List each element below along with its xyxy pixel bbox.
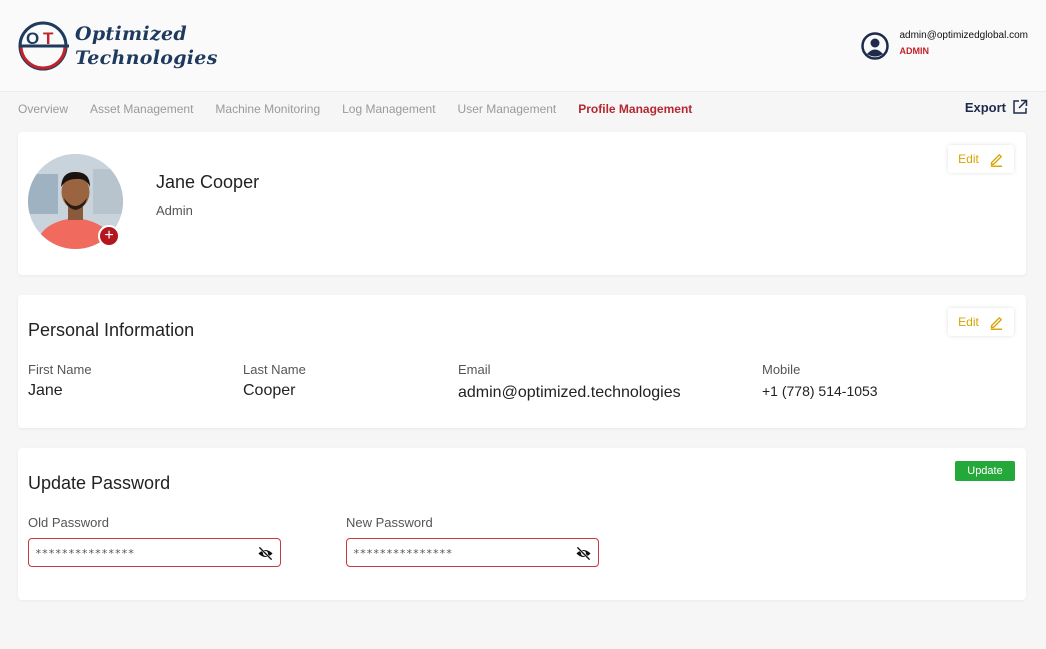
app-header: O T Optimized Technologies admin@optimiz…	[0, 0, 1046, 92]
new-password-field[interactable]	[346, 538, 599, 567]
nav-item-log-management[interactable]: Log Management	[342, 102, 435, 116]
pencil-icon	[990, 153, 1002, 167]
main-nav: Overview Asset Management Machine Monitori…	[18, 100, 714, 116]
eye-slash-icon[interactable]	[257, 545, 274, 562]
pencil-icon	[990, 316, 1002, 330]
eye-slash-icon[interactable]	[575, 545, 592, 562]
nav-item-overview[interactable]: Overview	[18, 102, 68, 116]
profile-name: Jane Cooper	[156, 172, 260, 192]
plus-icon: +	[104, 227, 114, 244]
update-password-card: Update Password Update Old Password New …	[18, 448, 1026, 600]
old-password-input[interactable]	[35, 543, 250, 563]
first-name-label: First Name	[28, 362, 92, 377]
last-name-value: Cooper	[243, 382, 296, 399]
ot-logo-icon: O T	[18, 21, 69, 71]
email-value: admin@optimized.technologies	[458, 384, 681, 401]
mobile-value: +1 (778) 514-1053	[762, 383, 878, 399]
edit-label: Edit	[958, 315, 979, 329]
external-link-icon	[1013, 99, 1028, 114]
update-password-button[interactable]: Update	[955, 461, 1015, 481]
svg-text:T: T	[43, 29, 54, 48]
edit-personal-info-button[interactable]: Edit	[948, 308, 1014, 336]
svg-text:O: O	[26, 29, 39, 48]
mobile-label: Mobile	[762, 362, 801, 377]
user-email: admin@optimizedglobal.com	[899, 30, 1028, 41]
new-password-label: New Password	[346, 515, 433, 530]
brand-name: Optimized Technologies	[75, 22, 218, 70]
profile-role: Admin	[156, 203, 193, 218]
profile-card: + Jane Cooper Admin Edit	[18, 132, 1026, 275]
section-title: Update Password	[28, 473, 171, 493]
section-title: Personal Information	[28, 320, 195, 340]
brand-logo[interactable]: O T Optimized Technologies	[17, 18, 217, 76]
new-password-input[interactable]	[353, 543, 568, 563]
nav-item-machine-monitoring[interactable]: Machine Monitoring	[215, 102, 320, 116]
user-circle-icon	[861, 32, 890, 60]
brand-line2: Technologies	[75, 47, 218, 69]
nav-item-user-management[interactable]: User Management	[458, 102, 557, 116]
user-menu[interactable]: admin@optimizedglobal.com ADMIN	[861, 30, 1028, 62]
first-name-value: Jane	[28, 382, 63, 399]
old-password-field[interactable]	[28, 538, 281, 567]
brand-line1: Optimized	[75, 23, 188, 45]
nav-item-profile-management[interactable]: Profile Management	[578, 102, 692, 116]
user-role-badge: ADMIN	[899, 46, 929, 56]
edit-profile-button[interactable]: Edit	[948, 145, 1014, 173]
last-name-label: Last Name	[243, 362, 306, 377]
add-photo-button[interactable]: +	[98, 225, 120, 247]
export-label: Export	[964, 99, 1006, 115]
email-label: Email	[458, 362, 491, 377]
nav-item-asset-management[interactable]: Asset Management	[90, 102, 193, 116]
old-password-label: Old Password	[28, 515, 109, 530]
edit-label: Edit	[958, 152, 979, 166]
export-button[interactable]: Export	[965, 99, 1028, 115]
personal-info-card: Personal Information Edit First Name Jan…	[18, 295, 1026, 428]
